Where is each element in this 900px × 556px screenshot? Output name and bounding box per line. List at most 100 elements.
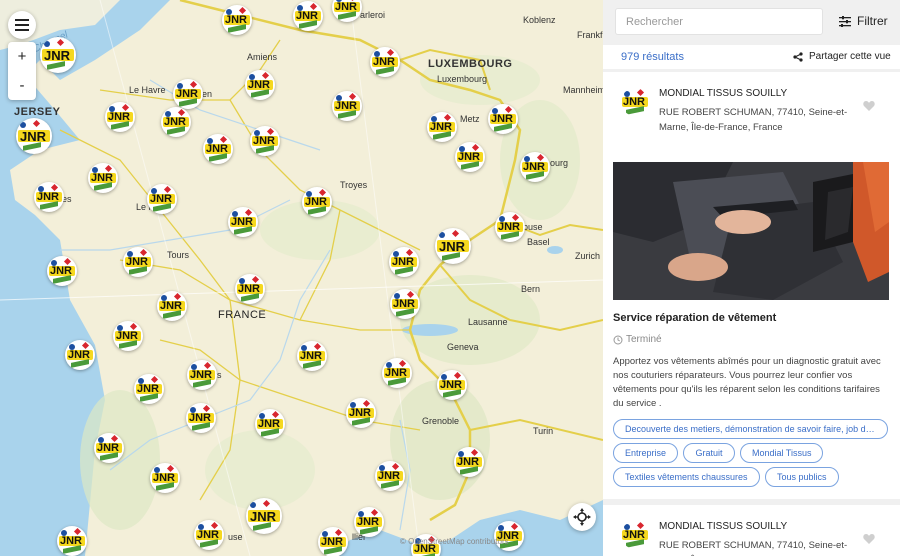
map-marker[interactable]: JNR <box>161 107 191 137</box>
label-zurich: Zurich <box>575 251 601 261</box>
marker-logo-text: JNR <box>160 300 183 312</box>
marker-logo-text: JNR <box>258 418 281 430</box>
zoom-out-button[interactable]: - <box>8 71 36 100</box>
map-marker[interactable]: JNR <box>40 37 76 73</box>
event-title[interactable]: Service réparation de vêtement <box>613 312 776 324</box>
map-marker[interactable]: JNR <box>435 228 471 264</box>
label-le-havre: Le Havre <box>129 85 166 95</box>
map-marker[interactable]: JNR <box>186 403 216 433</box>
marker-logo-text: JNR <box>189 412 212 424</box>
search-input[interactable] <box>615 8 823 35</box>
marker-logo-text: JNR <box>439 239 466 254</box>
map-marker[interactable]: JNR <box>150 463 180 493</box>
favorite-heart-icon[interactable] <box>863 100 875 112</box>
map-marker[interactable]: JNR <box>318 527 348 556</box>
map-marker[interactable]: JNR <box>297 341 327 371</box>
favorite-heart-icon[interactable] <box>863 533 875 545</box>
menu-button[interactable] <box>8 11 36 39</box>
map-marker[interactable]: JNR <box>346 398 376 428</box>
map-marker[interactable]: JNR <box>16 118 52 154</box>
marker-logo-text: JNR <box>190 369 213 381</box>
tag[interactable]: Mondial Tissus <box>739 443 824 463</box>
label-france: FRANCE <box>218 309 267 321</box>
label-strasbourg-partial: ourg <box>550 158 569 168</box>
map-marker[interactable]: JNR <box>147 184 177 214</box>
map-marker[interactable]: JNR <box>173 79 203 109</box>
marker-logo-text: JNR <box>321 536 344 548</box>
map-attribution[interactable]: © OpenStreetMap contributors <box>400 537 509 546</box>
map-marker[interactable]: JNR <box>382 358 412 388</box>
search-bar: Filtrer <box>603 0 900 45</box>
map-marker[interactable]: JNR <box>488 104 518 134</box>
map-marker[interactable]: JNR <box>494 521 524 551</box>
marker-logo-text: JNR <box>253 135 276 147</box>
tag[interactable]: Gratuit <box>683 443 735 463</box>
map-marker[interactable]: JNR <box>495 212 525 242</box>
map-marker[interactable]: JNR <box>105 102 135 132</box>
map-marker[interactable]: JNR <box>134 374 164 404</box>
tag[interactable]: Textiles vêtements chaussures <box>613 467 760 487</box>
map-marker[interactable]: JNR <box>390 289 420 319</box>
map-marker[interactable]: JNR <box>332 91 362 121</box>
map-marker[interactable]: JNR <box>375 461 405 491</box>
map-marker[interactable]: JNR <box>293 1 323 31</box>
map-marker[interactable]: JNR <box>520 152 550 182</box>
map-marker[interactable]: JNR <box>203 134 233 164</box>
map-marker[interactable]: JNR <box>235 274 265 304</box>
marker-logo-text: JNR <box>68 349 91 361</box>
event-photo[interactable] <box>613 162 889 300</box>
map-marker[interactable]: JNR <box>250 126 280 156</box>
map-marker[interactable]: JNR <box>228 207 258 237</box>
locate-button[interactable] <box>568 503 596 531</box>
map-marker[interactable]: JNR <box>245 70 275 100</box>
marker-logo-text: JNR <box>91 172 114 184</box>
marker-logo-text: JNR <box>523 161 546 173</box>
map-marker[interactable]: JNR <box>157 291 187 321</box>
label-mannheim: Mannheim <box>563 85 603 95</box>
map-marker[interactable]: JNR <box>437 370 467 400</box>
filter-icon <box>839 15 851 27</box>
share-view-button[interactable]: Partager cette vue <box>793 51 891 62</box>
map-marker[interactable]: JNR <box>427 112 457 142</box>
filter-button[interactable]: Filtrer <box>839 14 888 28</box>
map-marker[interactable]: JNR <box>454 447 484 477</box>
map-marker[interactable]: JNR <box>389 247 419 277</box>
map-marker[interactable]: JNR <box>370 47 400 77</box>
tag[interactable]: Tous publics <box>765 467 839 487</box>
label-grenoble: Grenoble <box>422 416 460 426</box>
map-marker[interactable]: JNR <box>34 182 64 212</box>
map-marker[interactable]: JNR <box>94 433 124 463</box>
photo-illustration <box>613 162 889 300</box>
tag[interactable]: Entreprise <box>613 443 679 463</box>
map-marker[interactable]: JNR <box>123 247 153 277</box>
zoom-in-button[interactable]: + <box>8 42 36 71</box>
map[interactable]: JERSEY Channel Amiens Le Havre en LUXEMB… <box>0 0 603 556</box>
map-marker[interactable]: JNR <box>354 507 384 537</box>
map-marker[interactable]: JNR <box>187 360 217 390</box>
map-marker[interactable]: JNR <box>246 498 282 534</box>
map-marker[interactable]: JNR <box>113 321 143 351</box>
map-marker[interactable]: JNR <box>194 520 224 550</box>
marker-logo-text: JNR <box>248 79 271 91</box>
clock-icon <box>613 335 623 344</box>
map-marker[interactable]: JNR <box>255 409 285 439</box>
marker-logo-text: JNR <box>60 535 83 547</box>
map-marker[interactable]: JNR <box>455 142 485 172</box>
result-card[interactable]: JNR MONDIAL TISSUS SOUILLY RUE ROBERT SC… <box>603 505 900 556</box>
tag[interactable]: Decouverte des metiers, démonstration de… <box>613 419 888 439</box>
map-marker[interactable]: JNR <box>57 526 87 556</box>
map-marker[interactable]: JNR <box>65 340 95 370</box>
map-marker[interactable]: JNR <box>302 187 332 217</box>
map-background <box>0 0 603 556</box>
map-marker[interactable]: JNR <box>88 163 118 193</box>
marker-logo-text: JNR <box>378 470 401 482</box>
marker-logo-text: JNR <box>458 151 481 163</box>
marker-logo-text: JNR <box>37 191 60 203</box>
map-marker[interactable]: JNR <box>47 256 77 286</box>
status-label: Terminé <box>626 334 662 345</box>
results-bar: 979 résultats Partager cette vue <box>603 45 900 69</box>
map-marker[interactable]: JNR <box>222 5 252 35</box>
result-card[interactable]: JNR MONDIAL TISSUS SOUILLY RUE ROBERT SC… <box>603 72 900 499</box>
marker-logo-text: JNR <box>335 1 358 13</box>
marker-logo-text: JNR <box>97 442 120 454</box>
